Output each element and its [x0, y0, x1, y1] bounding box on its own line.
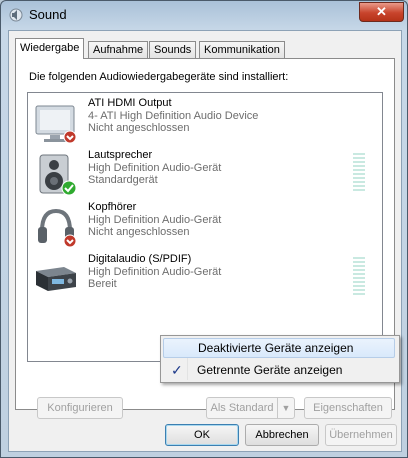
volume-level-meter [353, 257, 365, 299]
device-status: Standardgerät [88, 174, 158, 186]
digital-receiver-icon [36, 267, 76, 291]
tab-sounds[interactable]: Sounds [149, 41, 197, 58]
checkmark-icon: ✓ [171, 362, 183, 378]
cancel-button[interactable]: Abbrechen [245, 424, 319, 446]
title-bar[interactable]: Sound ✕ [1, 1, 407, 29]
tab-kommunikation[interactable]: Kommunikation [199, 41, 285, 58]
device-driver: High Definition Audio-Gerät [88, 161, 222, 174]
set-default-dropdown[interactable]: ▼ [277, 397, 295, 419]
device-item-speakers[interactable]: Lautsprecher High Definition Audio-Gerät… [28, 149, 380, 201]
monitor-icon [35, 105, 77, 144]
device-status: Nicht angeschlossen [88, 226, 190, 238]
device-status: Nicht angeschlossen [88, 122, 190, 134]
device-name: Lautsprecher [88, 149, 153, 161]
device-name: Digitalaudio (S/PDIF) [88, 253, 192, 265]
device-driver: High Definition Audio-Gerät [88, 265, 222, 278]
volume-level-meter [353, 153, 365, 195]
apply-button[interactable]: Übernehmen [325, 424, 397, 446]
menu-item-label: Getrennte Geräte anzeigen [197, 363, 343, 377]
device-name: ATI HDMI Output [88, 97, 172, 109]
configure-button[interactable]: Konfigurieren [37, 397, 123, 419]
device-status: Bereit [88, 278, 117, 290]
tab-wiedergabe[interactable]: Wiedergabe [15, 38, 85, 59]
sound-dialog: Sound ✕ Wiedergabe Aufnahme Sounds Kommu… [0, 0, 408, 458]
device-name: Kopfhörer [88, 201, 137, 213]
set-default-button[interactable]: Als Standard [206, 397, 278, 419]
context-menu: Deaktivierte Geräte anzeigen ✓ Getrennte… [160, 335, 400, 383]
device-text: ATI HDMI Output 4- ATI High Definition A… [88, 97, 258, 135]
device-item-hdmi[interactable]: ATI HDMI Output 4- ATI High Definition A… [28, 97, 380, 149]
device-text: Kopfhörer High Definition Audio-Gerät Ni… [88, 201, 221, 239]
device-driver: High Definition Audio-Gerät [88, 213, 222, 226]
speaker-icon [39, 154, 77, 196]
device-text: Digitalaudio (S/PDIF) High Definition Au… [88, 253, 221, 291]
menu-item-show-disabled[interactable]: Deaktivierte Geräte anzeigen [163, 338, 395, 358]
window-title: Sound [29, 7, 67, 22]
tab-aufnahme[interactable]: Aufnahme [88, 41, 149, 58]
device-driver: 4- ATI High Definition Audio Device [88, 109, 259, 122]
device-list[interactable]: ATI HDMI Output 4- ATI High Definition A… [27, 92, 383, 362]
intro-text: Die folgenden Audiowiedergabegeräte sind… [29, 71, 289, 83]
sound-app-icon [9, 8, 23, 22]
menu-item-label: Deaktivierte Geräte anzeigen [198, 341, 354, 355]
menu-item-show-disconnected[interactable]: ✓ Getrennte Geräte anzeigen [163, 360, 395, 380]
device-item-headphones[interactable]: Kopfhörer High Definition Audio-Gerät Ni… [28, 201, 380, 253]
properties-button[interactable]: Eigenschaften [304, 397, 392, 419]
device-text: Lautsprecher High Definition Audio-Gerät… [88, 149, 221, 187]
ok-button[interactable]: OK [165, 424, 239, 446]
dialog-client: Wiedergabe Aufnahme Sounds Kommunikation… [8, 30, 402, 452]
close-button[interactable]: ✕ [359, 2, 404, 22]
device-item-spdif[interactable]: Digitalaudio (S/PDIF) High Definition Au… [28, 253, 380, 305]
headphones-icon [38, 208, 77, 248]
